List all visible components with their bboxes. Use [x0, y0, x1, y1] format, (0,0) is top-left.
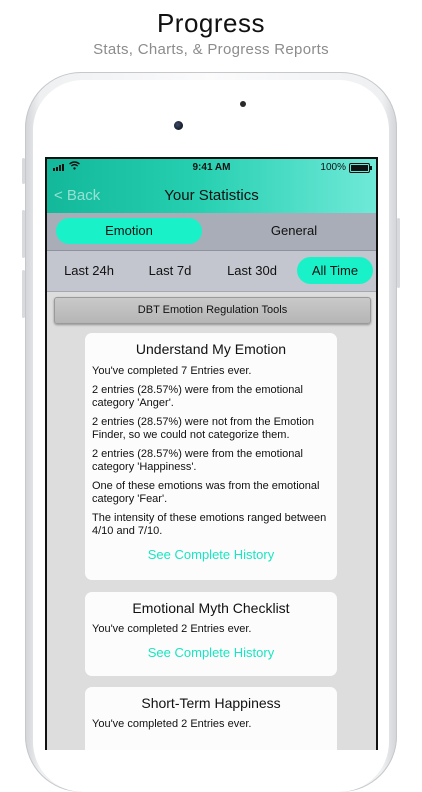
- sensor-dot: [240, 101, 246, 107]
- segment-general[interactable]: General: [221, 218, 367, 244]
- card-text: You've completed 2 Entries ever.: [92, 718, 252, 730]
- card-title: Short-Term Happiness: [141, 695, 281, 711]
- phone-silent-switch: [22, 158, 25, 184]
- phone-power-button: [397, 218, 400, 288]
- card-text: 2 entries (28.57%) were not from the Emo…: [92, 416, 314, 441]
- battery-icon: [349, 163, 372, 173]
- page-title: Your Statistics: [164, 187, 259, 204]
- card-text: You've completed 7 Entries ever.: [92, 365, 252, 377]
- app-view: 9:41 AM 100% < Back Your Statistics Emot…: [47, 159, 376, 750]
- card-understand-my-emotion: Understand My Emotion You've completed 7…: [85, 333, 337, 580]
- phone-screen: 9:41 AM 100% < Back Your Statistics Emot…: [45, 157, 378, 750]
- status-bar: 9:41 AM 100%: [47, 161, 376, 176]
- phone-volume-up: [22, 210, 25, 258]
- see-complete-history-link[interactable]: See Complete History: [85, 547, 337, 562]
- app-header: 9:41 AM 100% < Back Your Statistics: [47, 159, 376, 213]
- section-header-dbt-tools[interactable]: DBT Emotion Regulation Tools: [54, 297, 371, 324]
- card-text: 2 entries (28.57%) were from the emotion…: [92, 384, 303, 409]
- card-text: 2 entries (28.57%) were from the emotion…: [92, 448, 303, 473]
- card-title: Emotional Myth Checklist: [132, 600, 290, 616]
- range-last-30d[interactable]: Last 30d: [215, 257, 289, 284]
- card-text: One of these emotions was from the emoti…: [92, 480, 320, 505]
- promo-subtitle: Stats, Charts, & Progress Reports: [93, 41, 329, 58]
- card-text: You've completed 2 Entries ever.: [92, 623, 252, 635]
- promo-title: Progress: [156, 8, 266, 38]
- battery-percent: 100%: [320, 162, 346, 173]
- range-all-time[interactable]: All Time: [297, 257, 373, 284]
- card-short-term-happiness: Short-Term Happiness You've completed 2 …: [85, 687, 337, 750]
- card-text: The intensity of these emotions ranged b…: [92, 512, 327, 537]
- segment-emotion[interactable]: Emotion: [56, 218, 202, 244]
- card-emotional-myth-checklist: Emotional Myth Checklist You've complete…: [85, 592, 337, 676]
- card-title: Understand My Emotion: [135, 341, 287, 357]
- time-range-selector: Last 24h Last 7d Last 30d All Time: [47, 251, 376, 292]
- range-last-24h[interactable]: Last 24h: [53, 257, 125, 284]
- range-last-7d[interactable]: Last 7d: [135, 257, 205, 284]
- stats-content: DBT Emotion Regulation Tools Understand …: [47, 292, 376, 750]
- phone-volume-down: [22, 270, 25, 318]
- front-camera: [174, 121, 183, 130]
- see-complete-history-link[interactable]: See Complete History: [85, 645, 337, 660]
- category-segmented-control: Emotion General: [47, 213, 376, 251]
